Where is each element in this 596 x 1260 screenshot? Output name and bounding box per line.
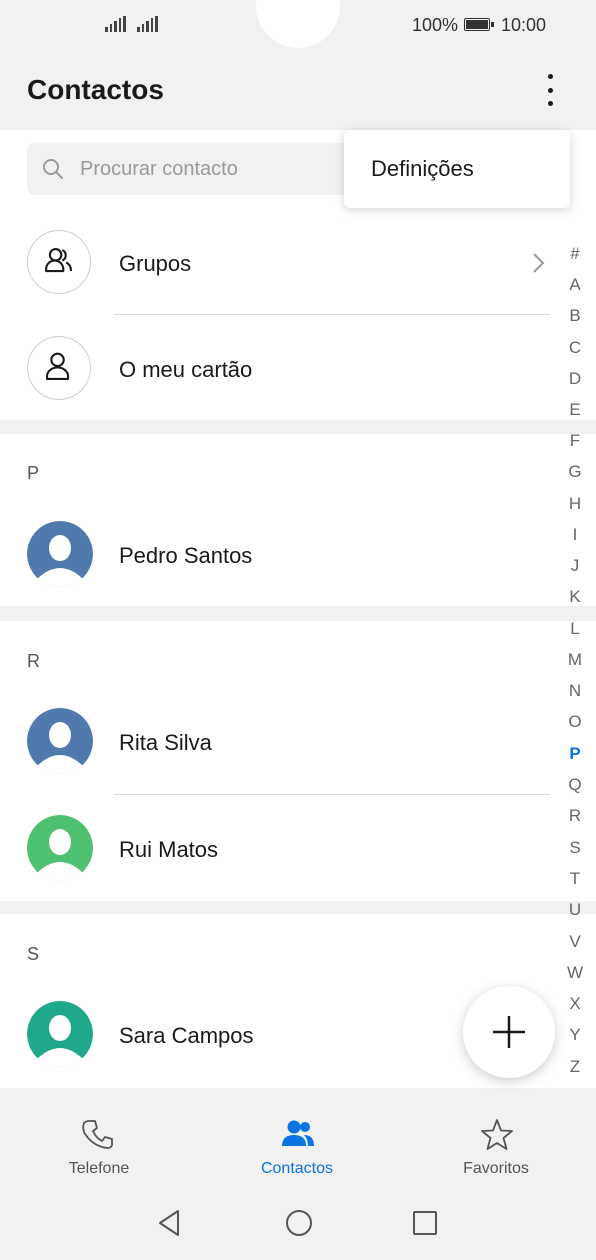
my-card-label[interactable]: O meu cartão [119, 357, 252, 383]
contact-name[interactable]: Rui Matos [119, 837, 218, 863]
index-letter[interactable]: Z [560, 1057, 590, 1077]
contacts-icon[interactable] [280, 1118, 316, 1150]
index-letter[interactable]: E [560, 400, 590, 420]
nav-favoritos[interactable]: Favoritos [436, 1160, 556, 1178]
nav-contactos[interactable]: Contactos [237, 1160, 357, 1178]
index-letter[interactable]: # [560, 244, 590, 264]
index-letter[interactable]: R [560, 806, 590, 826]
index-letter[interactable]: W [560, 963, 590, 983]
search-icon [43, 159, 63, 179]
star-icon[interactable] [479, 1117, 515, 1153]
recents-icon[interactable] [411, 1209, 439, 1237]
index-letter[interactable]: O [560, 712, 590, 732]
signal-icon [105, 16, 126, 32]
avatar [27, 708, 93, 774]
index-letter[interactable]: T [560, 869, 590, 889]
signal-icon [137, 16, 158, 32]
index-letter[interactable]: A [560, 275, 590, 295]
index-letter[interactable]: C [560, 338, 590, 358]
index-letter[interactable]: M [560, 650, 590, 670]
contact-name[interactable]: Pedro Santos [119, 543, 252, 569]
index-letter-active[interactable]: P [560, 744, 590, 764]
index-letter[interactable]: N [560, 681, 590, 701]
groups-icon [27, 230, 91, 294]
index-letter[interactable]: H [560, 494, 590, 514]
battery-percent: 100% [412, 15, 459, 35]
home-icon[interactable] [284, 1208, 314, 1238]
back-icon[interactable] [156, 1208, 184, 1238]
section-letter: P [27, 463, 40, 483]
index-letter[interactable]: D [560, 369, 590, 389]
search-placeholder: Procurar contacto [80, 158, 238, 180]
clock: 10:00 [501, 15, 547, 35]
contact-name[interactable]: Sara Campos [119, 1023, 254, 1049]
index-letter[interactable]: X [560, 994, 590, 1014]
person-icon [27, 336, 91, 400]
chevron-right-icon[interactable] [530, 252, 546, 274]
battery-icon [464, 18, 494, 31]
index-letter[interactable]: I [560, 525, 590, 545]
index-letter[interactable]: G [560, 462, 590, 482]
row-divider [114, 794, 550, 795]
index-letter[interactable]: Q [560, 775, 590, 795]
plus-icon [493, 1016, 525, 1048]
avatar [27, 521, 93, 587]
nav-telefone[interactable]: Telefone [39, 1160, 159, 1178]
index-letter[interactable]: F [560, 431, 590, 451]
index-letter[interactable]: V [560, 932, 590, 952]
more-options-icon[interactable] [536, 72, 564, 108]
contact-section-p [0, 434, 596, 606]
page-title: Contactos [27, 74, 164, 105]
add-contact-button[interactable] [463, 986, 555, 1078]
index-letter[interactable]: S [560, 838, 590, 858]
index-letter[interactable]: K [560, 587, 590, 607]
settings-menu-item[interactable]: Definições [371, 156, 474, 182]
index-letter[interactable]: B [560, 306, 590, 326]
section-letter: R [27, 651, 40, 671]
row-divider [114, 314, 550, 315]
contact-name[interactable]: Rita Silva [119, 730, 212, 756]
groups-label[interactable]: Grupos [119, 251, 191, 277]
index-letter[interactable]: Y [560, 1025, 590, 1045]
index-letter[interactable]: J [560, 556, 590, 576]
index-letter[interactable]: U [560, 900, 590, 920]
section-letter: S [27, 944, 40, 964]
avatar [27, 1001, 93, 1067]
phone-icon[interactable] [82, 1118, 116, 1152]
index-letter[interactable]: L [560, 619, 590, 639]
avatar [27, 815, 93, 881]
